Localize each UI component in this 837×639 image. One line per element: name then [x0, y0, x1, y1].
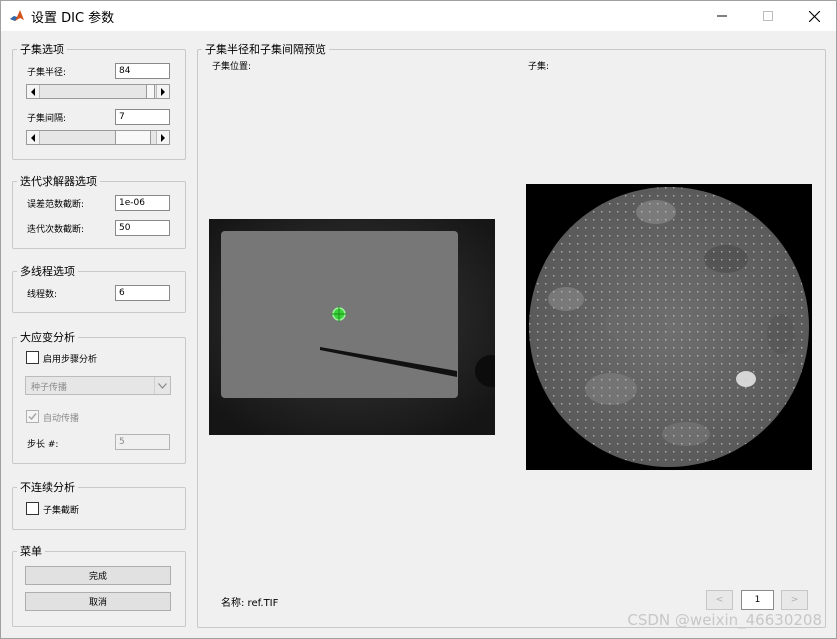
subset-options-legend: 子集选项	[20, 43, 64, 56]
preview-legend: 子集半径和子集间隔预览	[205, 43, 326, 56]
step-size-input[interactable]: 5	[115, 434, 170, 450]
image-name-label: 名称: ref.TIF	[221, 598, 279, 609]
maximize-button[interactable]	[745, 1, 791, 31]
step-size-label: 步长 #:	[27, 440, 59, 450]
maximize-icon	[763, 11, 773, 21]
reference-image[interactable]	[209, 219, 495, 435]
subset-preview-canvas	[529, 187, 809, 467]
finish-button[interactable]: 完成	[25, 566, 171, 585]
subset-truncation-label: 子集截断	[43, 506, 80, 516]
diffnorm-cutoff-label: 误差范数截断:	[27, 200, 85, 210]
enable-step-analysis-checkbox[interactable]	[26, 351, 39, 364]
close-button[interactable]	[791, 1, 837, 31]
matlab-icon	[9, 8, 25, 24]
cancel-button[interactable]: 取消	[25, 592, 171, 611]
next-image-button[interactable]: >	[781, 590, 808, 610]
slider-left-arrow-icon[interactable]	[27, 85, 40, 98]
image-index-input[interactable]: 1	[741, 590, 774, 610]
slider-right-arrow-icon[interactable]	[156, 85, 169, 98]
subset-radius-input[interactable]: 84	[115, 63, 170, 79]
chevron-down-icon[interactable]	[154, 377, 170, 394]
multithread-legend: 多线程选项	[20, 265, 75, 278]
subset-spacing-input[interactable]: 7	[115, 109, 170, 125]
subset-spacing-slider-thumb[interactable]	[115, 131, 151, 144]
enable-step-analysis-label: 启用步骤分析	[43, 355, 98, 365]
iteration-cutoff-label: 迭代次数截断:	[27, 225, 85, 235]
subset-location-label: 子集位置:	[212, 62, 252, 72]
title-bar: 设置 DIC 参数	[1, 1, 836, 31]
close-icon	[808, 10, 820, 22]
minimize-button[interactable]	[699, 1, 745, 31]
discontinuity-legend: 不连续分析	[20, 481, 75, 494]
checkmark-icon	[28, 413, 37, 421]
menu-group: 菜单	[12, 543, 186, 627]
watermark-text: CSDN @weixin_46630208	[627, 611, 822, 629]
auto-propagation-checkbox[interactable]	[26, 410, 39, 423]
dialog-window: 设置 DIC 参数 子集选项 子集半径: 84 子集间隔: 7 迭代求解器选项 …	[0, 0, 837, 639]
window-title: 设置 DIC 参数	[31, 11, 115, 26]
subset-radius-slider-thumb[interactable]	[146, 85, 155, 98]
minimize-icon	[717, 15, 727, 17]
diffnorm-cutoff-input[interactable]: 1e-06	[115, 195, 170, 211]
subset-spacing-label: 子集间隔:	[27, 114, 67, 124]
auto-propagation-label: 自动传播	[43, 414, 80, 424]
thread-count-input[interactable]: 6	[115, 285, 170, 301]
slider-left-arrow-icon[interactable]	[27, 131, 40, 144]
menu-legend: 菜单	[20, 545, 42, 558]
subset-radius-label: 子集半径:	[27, 68, 67, 78]
seed-propagation-select[interactable]: 种子传播	[25, 376, 171, 395]
iteration-cutoff-input[interactable]: 50	[115, 220, 170, 236]
subset-label: 子集:	[528, 62, 550, 72]
previous-image-button[interactable]: <	[706, 590, 733, 610]
thread-count-label: 线程数:	[27, 290, 58, 300]
iterative-solver-legend: 迭代求解器选项	[20, 175, 97, 188]
slider-right-arrow-icon[interactable]	[156, 131, 169, 144]
large-strain-legend: 大应变分析	[20, 331, 75, 344]
seed-propagation-select-value: 种子传播	[31, 383, 68, 393]
reference-image-canvas	[209, 219, 495, 435]
subset-radius-slider[interactable]	[26, 84, 170, 99]
subset-truncation-checkbox[interactable]	[26, 502, 39, 515]
subset-spacing-slider[interactable]	[26, 130, 170, 145]
subset-preview-image[interactable]	[526, 184, 812, 470]
iterative-solver-group: 迭代求解器选项	[12, 173, 186, 249]
